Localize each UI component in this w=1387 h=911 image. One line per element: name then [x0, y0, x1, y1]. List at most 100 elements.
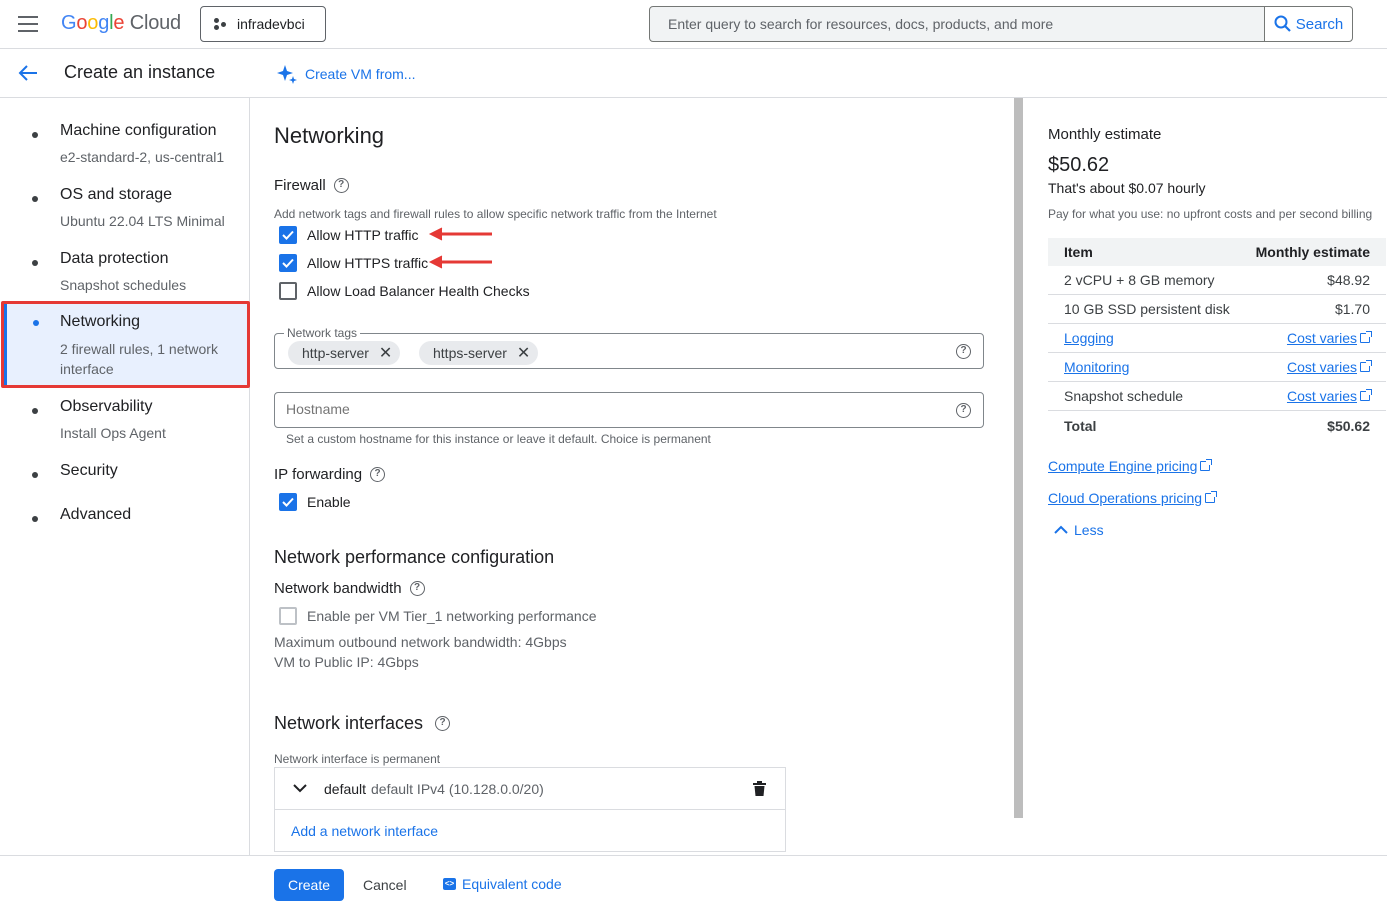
- chevron-down-icon[interactable]: [293, 783, 307, 793]
- nav-item-machine-configuration[interactable]: Machine configuration e2-standard-2, us-…: [0, 122, 250, 182]
- monitoring-link[interactable]: Monitoring: [1064, 359, 1129, 375]
- nav-item-os-and-storage[interactable]: OS and storage Ubuntu 22.04 LTS Minimal: [0, 186, 250, 246]
- search-input[interactable]: [650, 7, 1264, 41]
- external-link-icon: [1200, 459, 1213, 471]
- row-item: 10 GB SSD persistent disk: [1064, 301, 1230, 317]
- search-bar: Search: [649, 6, 1353, 42]
- create-vm-from-button[interactable]: Create VM from...: [276, 63, 415, 85]
- top-bar: Google Cloud infradevbci Search: [0, 0, 1387, 49]
- interface-name: default: [324, 781, 367, 797]
- networking-form: Networking Firewall ? Add network tags a…: [250, 98, 1015, 855]
- google-cloud-logo[interactable]: Google Cloud: [61, 12, 181, 35]
- ip-forwarding-enable-checkbox[interactable]: Enable: [279, 493, 351, 511]
- remove-chip-icon[interactable]: ✕: [517, 343, 530, 363]
- page-title: Create an instance: [64, 62, 216, 82]
- project-name: infradevbci: [237, 16, 305, 32]
- nav-item-title: Networking: [60, 313, 141, 330]
- checkbox-label: Enable per VM Tier_1 networking performa…: [307, 608, 597, 624]
- trash-icon[interactable]: [753, 781, 766, 796]
- cloud-operations-pricing-link[interactable]: Cloud Operations pricing: [1048, 490, 1218, 506]
- estimate-title: Monthly estimate: [1048, 126, 1162, 143]
- cost-varies-link[interactable]: Cost varies: [1287, 359, 1372, 375]
- nav-bullet: [33, 320, 39, 326]
- nav-item-observability[interactable]: Observability Install Ops Agent: [0, 398, 250, 458]
- estimate-price: $50.62: [1048, 154, 1110, 176]
- network-interface-note: Network interface is permanent: [274, 752, 441, 766]
- create-button[interactable]: Create: [274, 869, 344, 901]
- action-footer: Create Cancel <> Equivalent code: [0, 855, 1387, 911]
- cost-varies-link[interactable]: Cost varies: [1286, 388, 1372, 404]
- allow-http-checkbox[interactable]: Allow HTTP traffic: [279, 226, 419, 244]
- nav-item-title: Advanced: [60, 506, 132, 523]
- checkbox-label: Allow Load Balancer Health Checks: [307, 283, 530, 299]
- checkbox-checked-icon[interactable]: [279, 254, 297, 272]
- red-arrow-annotation: [428, 255, 492, 269]
- nav-bullet: [32, 196, 38, 202]
- cancel-button[interactable]: Cancel: [363, 877, 407, 893]
- checkbox-label: Allow HTTPS traffic: [307, 255, 429, 271]
- help-icon[interactable]: ?: [370, 467, 386, 482]
- interface-description: default IPv4 (10.128.0.0/20): [371, 781, 544, 797]
- allow-https-checkbox[interactable]: Allow HTTPS traffic: [279, 254, 428, 272]
- checkbox-unchecked-icon[interactable]: [279, 282, 297, 300]
- ip-forwarding-heading-text: IP forwarding: [274, 466, 363, 483]
- compute-engine-pricing-link[interactable]: Compute Engine pricing: [1048, 458, 1213, 474]
- active-indicator: [4, 304, 7, 385]
- external-link-icon: [1360, 389, 1372, 401]
- hostname-input[interactable]: [286, 401, 926, 417]
- logging-link[interactable]: Logging: [1064, 330, 1114, 346]
- network-interfaces-heading: Network interfaces ?: [274, 713, 451, 734]
- hostname-field[interactable]: ?: [274, 392, 984, 428]
- help-icon[interactable]: ?: [333, 178, 349, 193]
- search-icon: [1274, 15, 1291, 32]
- help-icon[interactable]: ?: [956, 344, 971, 359]
- nav-item-title: Data protection: [60, 250, 169, 267]
- external-link-icon: [1360, 331, 1372, 343]
- network-interface-list: default default IPv4 (10.128.0.0/20) Add…: [274, 767, 786, 852]
- allow-lb-health-checks-checkbox[interactable]: Allow Load Balancer Health Checks: [279, 282, 530, 300]
- help-icon[interactable]: ?: [435, 716, 451, 731]
- help-icon[interactable]: ?: [409, 581, 425, 596]
- equivalent-code-button[interactable]: <> Equivalent code: [443, 876, 562, 892]
- help-icon[interactable]: ?: [956, 403, 971, 418]
- compute-engine-pricing-label: Compute Engine pricing: [1048, 458, 1198, 474]
- cost-varies-label: Cost varies: [1286, 388, 1357, 404]
- nav-bullet: [32, 260, 38, 266]
- row-item: Snapshot schedule: [1064, 388, 1184, 404]
- less-button[interactable]: Less: [1054, 522, 1104, 538]
- logo-letter: o: [87, 12, 99, 34]
- cost-varies-label: Cost varies: [1286, 330, 1357, 346]
- logo-letter: e: [113, 12, 125, 34]
- network-tags-field[interactable]: Network tags http-server ✕ https-server …: [274, 326, 984, 369]
- logo-letter: g: [98, 12, 110, 34]
- firewall-heading: Firewall ?: [274, 177, 349, 194]
- firewall-heading-text: Firewall: [274, 177, 326, 194]
- chevron-up-icon: [1054, 525, 1068, 534]
- network-interfaces-heading-text: Network interfaces: [274, 713, 424, 733]
- price-table: Item Monthly estimate 2 vCPU + 8 GB memo…: [1048, 238, 1386, 440]
- project-picker-button[interactable]: infradevbci: [200, 6, 326, 42]
- row-item: 2 vCPU + 8 GB memory: [1064, 272, 1215, 288]
- tag-chip: http-server ✕: [288, 341, 401, 365]
- ip-forwarding-heading: IP forwarding ?: [274, 466, 386, 483]
- network-bandwidth-heading: Network bandwidth ?: [274, 580, 425, 597]
- checkbox-checked-icon[interactable]: [279, 493, 297, 511]
- nav-item-title: Observability: [60, 398, 153, 415]
- scrollbar[interactable]: [1014, 98, 1023, 818]
- project-icon: [214, 18, 227, 30]
- add-network-interface-link[interactable]: Add a network interface: [291, 823, 438, 839]
- back-arrow-icon[interactable]: [17, 63, 39, 83]
- external-link-icon: [1360, 360, 1372, 372]
- checkbox-checked-icon[interactable]: [279, 226, 297, 244]
- nav-item-advanced[interactable]: Advanced: [0, 506, 250, 536]
- sparkle-icon: [277, 65, 297, 84]
- cost-varies-link[interactable]: Cost varies: [1286, 330, 1372, 346]
- nav-item-networking[interactable]: Networking 2 firewall rules, 1 network i…: [1, 301, 250, 388]
- nav-item-security[interactable]: Security: [0, 462, 250, 492]
- remove-chip-icon[interactable]: ✕: [379, 343, 392, 363]
- hamburger-menu-icon[interactable]: [18, 16, 38, 32]
- checkbox-disabled-icon: [279, 607, 297, 625]
- tier1-networking-checkbox: Enable per VM Tier_1 networking performa…: [279, 607, 596, 625]
- network-interface-row[interactable]: default default IPv4 (10.128.0.0/20): [275, 768, 785, 810]
- search-button[interactable]: Search: [1264, 7, 1352, 41]
